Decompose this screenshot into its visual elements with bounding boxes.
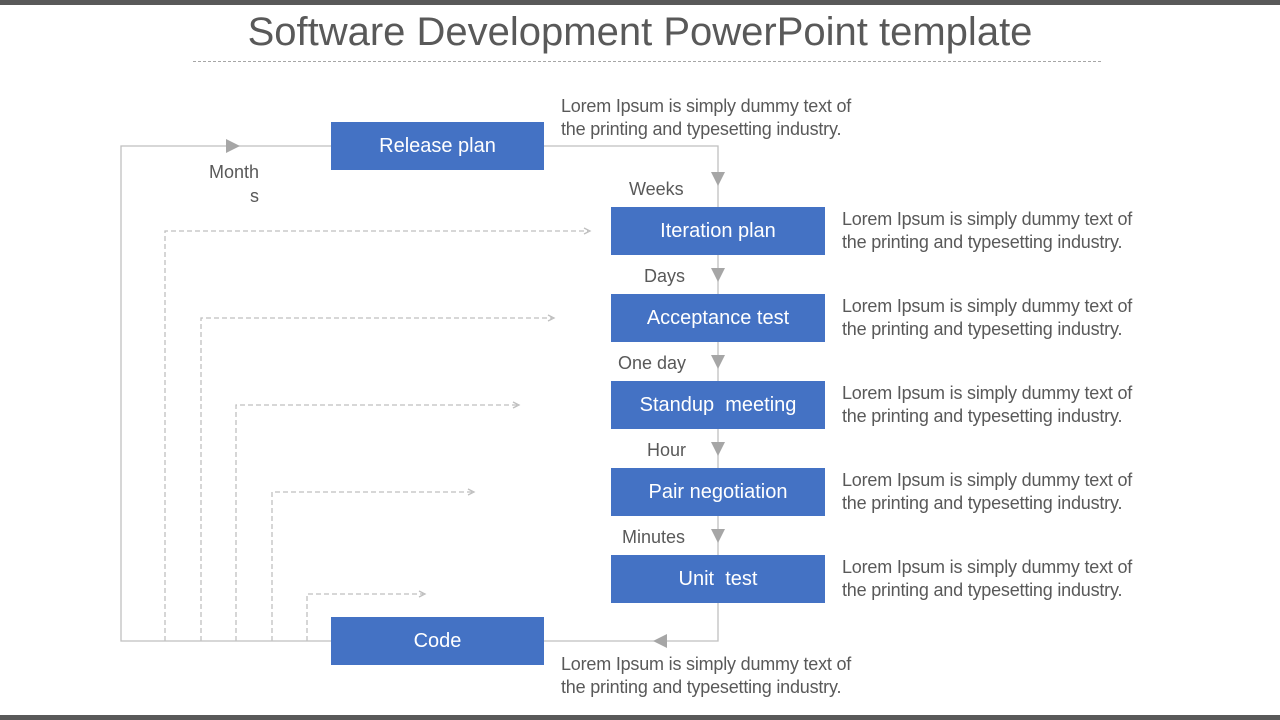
days-arrow-icon — [711, 268, 725, 282]
interval-days: Days — [644, 266, 686, 286]
desc-line: Lorem Ipsum is simply dummy text of — [561, 96, 852, 116]
feedback-iteration-line — [164, 230, 588, 641]
desc-line: the printing and typesetting industry. — [842, 580, 1123, 600]
desc-pair-negotiation: Lorem Ipsum is simply dummy text of the … — [842, 469, 1132, 515]
one-day-arrow-icon — [711, 355, 725, 369]
desc-line: the printing and typesetting industry. — [561, 677, 842, 697]
outer-feedback-line — [120, 145, 331, 642]
desc-unit-test: Lorem Ipsum is simply dummy text of the … — [842, 556, 1132, 602]
interval-months-line2: s — [250, 186, 259, 206]
desc-line: the printing and typesetting industry. — [561, 119, 842, 139]
desc-release-plan: Lorem Ipsum is simply dummy text of the … — [561, 95, 851, 141]
step-iteration-plan: Iteration plan — [611, 207, 825, 255]
desc-line: the printing and typesetting industry. — [842, 493, 1123, 513]
desc-line: Lorem Ipsum is simply dummy text of — [561, 654, 852, 674]
desc-line: Lorem Ipsum is simply dummy text of — [842, 557, 1133, 577]
interval-one-day: One day — [618, 353, 687, 373]
interval-months-line1: Month — [209, 162, 260, 182]
desc-line: the printing and typesetting industry. — [842, 319, 1123, 339]
interval-minutes: Minutes — [622, 527, 686, 547]
code-arrow-icon — [653, 634, 667, 648]
desc-line: Lorem Ipsum is simply dummy text of — [842, 209, 1133, 229]
hour-arrow-icon — [711, 442, 725, 456]
desc-iteration-plan: Lorem Ipsum is simply dummy text of the … — [842, 208, 1132, 254]
step-code: Code — [331, 617, 544, 665]
step-release-plan: Release plan — [331, 122, 544, 170]
minutes-arrow-icon — [711, 529, 725, 543]
interval-hour: Hour — [647, 440, 687, 460]
months-arrow-icon — [226, 139, 240, 153]
desc-acceptance-test: Lorem Ipsum is simply dummy text of the … — [842, 295, 1132, 341]
desc-code: Lorem Ipsum is simply dummy text of the … — [561, 653, 851, 699]
weeks-arrow-icon — [711, 172, 725, 186]
desc-line: the printing and typesetting industry. — [842, 232, 1123, 252]
desc-line: the printing and typesetting industry. — [842, 406, 1123, 426]
feedback-standup-line — [235, 404, 517, 641]
step-acceptance-test: Acceptance test — [611, 294, 825, 342]
desc-standup-meeting: Lorem Ipsum is simply dummy text of the … — [842, 382, 1132, 428]
desc-line: Lorem Ipsum is simply dummy text of — [842, 383, 1133, 403]
step-unit-test: Unit test — [611, 555, 825, 603]
interval-weeks: Weeks — [629, 179, 684, 199]
desc-line: Lorem Ipsum is simply dummy text of — [842, 296, 1133, 316]
feedback-acceptance-line — [200, 317, 552, 641]
desc-line: Lorem Ipsum is simply dummy text of — [842, 470, 1133, 490]
bottom-bar — [0, 715, 1280, 720]
step-standup-meeting: Standup meeting — [611, 381, 825, 429]
step-pair-negotiation: Pair negotiation — [611, 468, 825, 516]
